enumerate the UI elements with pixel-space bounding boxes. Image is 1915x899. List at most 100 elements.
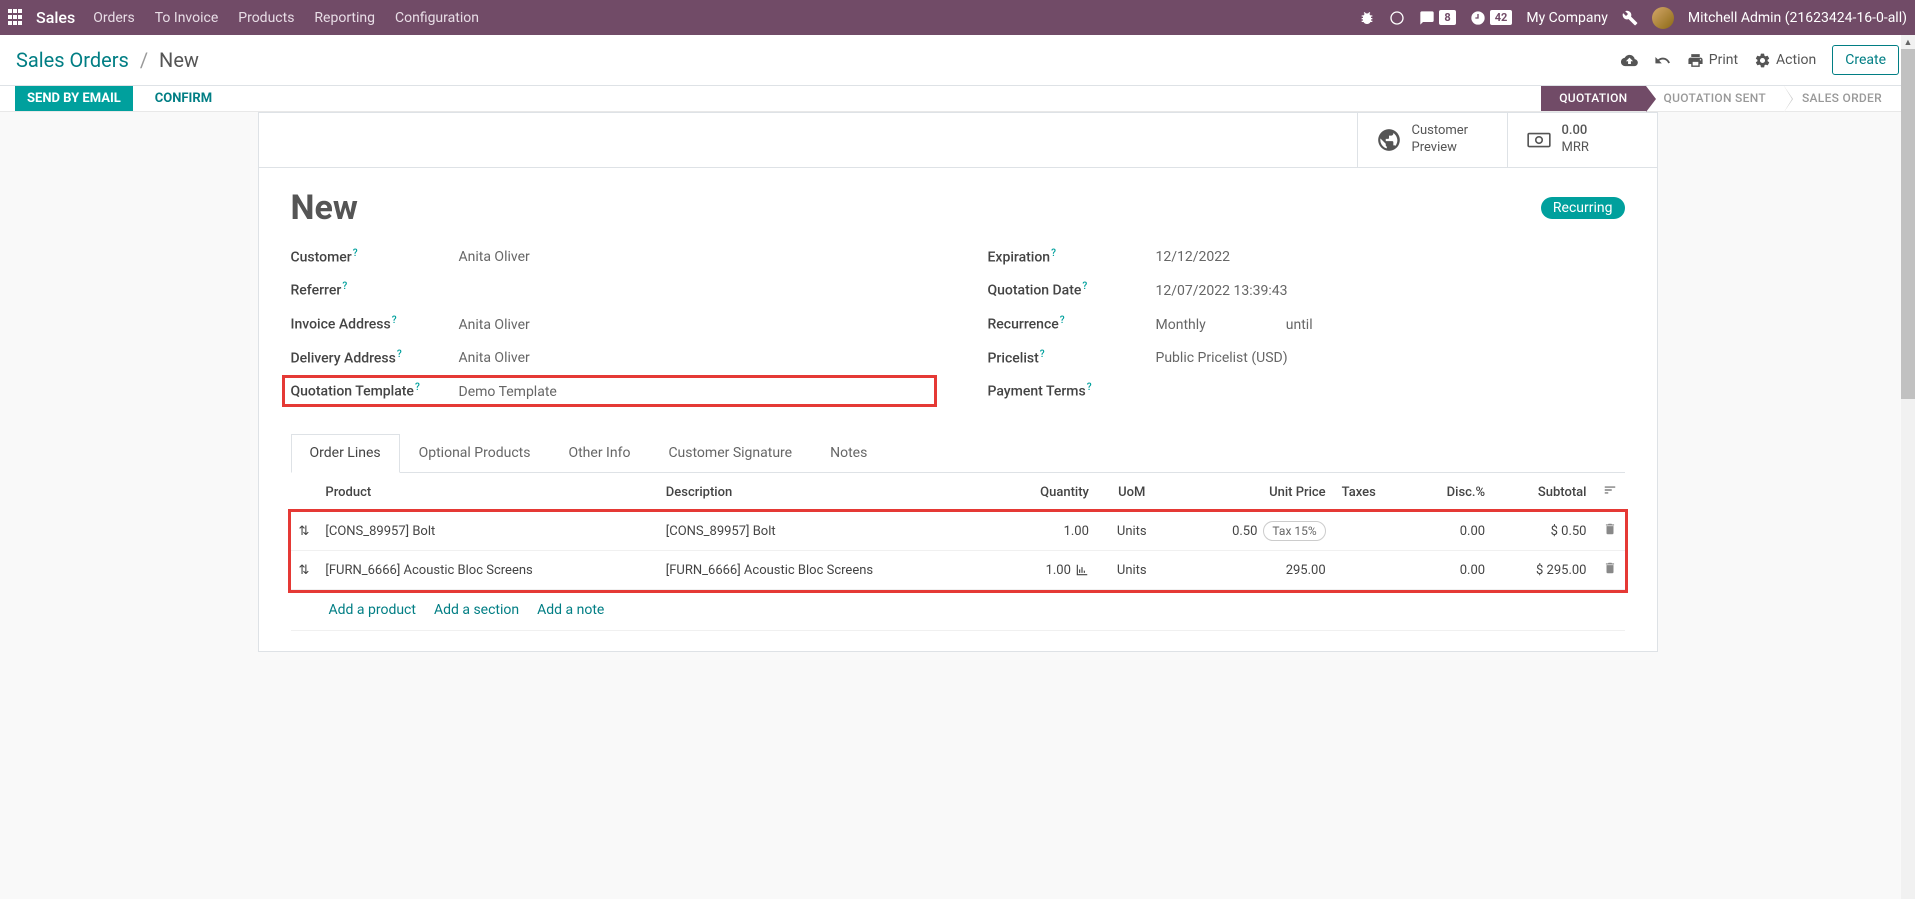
nav-configuration[interactable]: Configuration bbox=[395, 10, 479, 26]
table-row[interactable]: ⇅[FURN_6666] Acoustic Bloc Screens[FURN_… bbox=[291, 551, 1625, 590]
customer-preview-button[interactable]: Customer Preview bbox=[1357, 113, 1507, 167]
quotation-date-label: Quotation Date? bbox=[988, 281, 1156, 299]
cell-subtotal[interactable]: $ 0.50 bbox=[1493, 512, 1594, 551]
th-uom[interactable]: UoM bbox=[1097, 473, 1167, 512]
vertical-scrollbar[interactable]: ▲ bbox=[1901, 35, 1915, 899]
cell-quantity[interactable]: 1.00 bbox=[998, 551, 1097, 590]
tab-other-info[interactable]: Other Info bbox=[549, 434, 649, 472]
tab-customer-signature[interactable]: Customer Signature bbox=[649, 434, 811, 472]
cell-uom[interactable]: Units bbox=[1097, 551, 1167, 590]
referrer-field: Referrer? bbox=[291, 281, 928, 299]
form-sheet: Customer Preview 0.00 MRR New Recurring bbox=[258, 112, 1658, 652]
right-column: Expiration? 12/12/2022 Quotation Date? 1… bbox=[988, 248, 1625, 416]
th-quantity[interactable]: Quantity bbox=[998, 473, 1097, 512]
money-icon bbox=[1526, 127, 1552, 153]
nav-reporting[interactable]: Reporting bbox=[314, 10, 375, 26]
nav-to-invoice[interactable]: To Invoice bbox=[155, 10, 219, 26]
messaging-button[interactable]: 8 bbox=[1419, 10, 1455, 26]
cell-product[interactable]: [CONS_89957] Bolt bbox=[317, 512, 657, 551]
tab-notes[interactable]: Notes bbox=[811, 434, 886, 472]
quotation-template-value[interactable]: Demo Template bbox=[459, 384, 928, 400]
print-icon bbox=[1687, 52, 1704, 69]
gear-icon bbox=[1754, 52, 1771, 69]
quotation-date-value[interactable]: 12/07/2022 13:39:43 bbox=[1156, 283, 1625, 299]
add-note-link[interactable]: Add a note bbox=[537, 602, 604, 618]
scrollbar-thumb[interactable] bbox=[1901, 49, 1915, 399]
nav-orders[interactable]: Orders bbox=[93, 10, 135, 26]
cell-quantity[interactable]: 1.00 bbox=[998, 512, 1097, 551]
send-by-email-button[interactable]: SEND BY EMAIL bbox=[15, 86, 133, 111]
breadcrumb-current: New bbox=[159, 48, 199, 72]
status-quotation-sent[interactable]: QUOTATION SENT bbox=[1646, 86, 1784, 111]
apps-icon[interactable] bbox=[8, 9, 26, 27]
pricelist-label: Pricelist? bbox=[988, 349, 1156, 367]
drag-handle-icon[interactable]: ⇅ bbox=[291, 512, 318, 551]
th-taxes[interactable]: Taxes bbox=[1334, 473, 1410, 512]
delete-icon[interactable] bbox=[1603, 561, 1617, 575]
th-description[interactable]: Description bbox=[658, 473, 998, 512]
support-icon[interactable] bbox=[1389, 10, 1405, 26]
cell-description[interactable]: [CONS_89957] Bolt bbox=[658, 512, 998, 551]
table-row[interactable]: ⇅[CONS_89957] Bolt[CONS_89957] Bolt1.00U… bbox=[291, 512, 1625, 551]
customer-value[interactable]: Anita Oliver bbox=[459, 249, 928, 265]
discard-button[interactable] bbox=[1654, 52, 1671, 69]
th-unit-price[interactable]: Unit Price bbox=[1167, 473, 1334, 512]
page-title: New bbox=[291, 188, 1541, 228]
create-button[interactable]: Create bbox=[1832, 45, 1899, 75]
status-sales-order[interactable]: SALES ORDER bbox=[1784, 86, 1900, 111]
add-row: Add a product Add a section Add a note bbox=[291, 590, 1625, 631]
mrr-button[interactable]: 0.00 MRR bbox=[1507, 113, 1657, 167]
expiration-value[interactable]: 12/12/2022 bbox=[1156, 249, 1625, 265]
chart-icon[interactable] bbox=[1075, 563, 1089, 577]
scroll-up-arrow[interactable]: ▲ bbox=[1901, 35, 1915, 49]
activities-button[interactable]: 42 bbox=[1470, 10, 1513, 26]
drag-handle-icon[interactable]: ⇅ bbox=[291, 551, 318, 590]
messaging-badge: 8 bbox=[1439, 10, 1455, 25]
topbar: Sales Orders To Invoice Products Reporti… bbox=[0, 0, 1915, 35]
tab-optional-products[interactable]: Optional Products bbox=[400, 434, 550, 472]
add-product-link[interactable]: Add a product bbox=[329, 602, 416, 618]
breadcrumb-root[interactable]: Sales Orders bbox=[16, 48, 129, 72]
cell-unit-price[interactable]: 0.50Tax 15% bbox=[1167, 512, 1334, 551]
th-disc[interactable]: Disc.% bbox=[1410, 473, 1493, 512]
delete-icon[interactable] bbox=[1603, 522, 1617, 536]
status-quotation[interactable]: QUOTATION bbox=[1541, 86, 1645, 111]
cell-disc[interactable]: 0.00 bbox=[1410, 551, 1493, 590]
order-lines-table: Product Description Quantity UoM Unit Pr… bbox=[291, 473, 1625, 631]
bug-icon[interactable] bbox=[1359, 10, 1375, 26]
cell-uom[interactable]: Units bbox=[1097, 512, 1167, 551]
pricelist-field: Pricelist? Public Pricelist (USD) bbox=[988, 349, 1625, 367]
invoice-address-value[interactable]: Anita Oliver bbox=[459, 317, 928, 333]
avatar[interactable] bbox=[1652, 7, 1674, 29]
cell-subtotal[interactable]: $ 295.00 bbox=[1493, 551, 1594, 590]
recurrence-value[interactable]: Monthly until bbox=[1156, 317, 1625, 333]
save-button[interactable] bbox=[1621, 52, 1638, 69]
app-name[interactable]: Sales bbox=[36, 8, 75, 27]
th-subtotal[interactable]: Subtotal bbox=[1493, 473, 1594, 512]
th-product[interactable]: Product bbox=[317, 473, 657, 512]
breadcrumb: Sales Orders / New bbox=[16, 48, 199, 72]
action-button[interactable]: Action bbox=[1754, 52, 1816, 69]
company-selector[interactable]: My Company bbox=[1526, 10, 1608, 26]
delivery-address-value[interactable]: Anita Oliver bbox=[459, 350, 928, 366]
user-name[interactable]: Mitchell Admin (21623424-16-0-all) bbox=[1688, 10, 1907, 26]
add-section-link[interactable]: Add a section bbox=[434, 602, 519, 618]
nav-products[interactable]: Products bbox=[238, 10, 294, 26]
cell-description[interactable]: [FURN_6666] Acoustic Bloc Screens bbox=[658, 551, 998, 590]
title-row: New Recurring bbox=[291, 188, 1625, 228]
debug-tools-icon[interactable] bbox=[1622, 10, 1638, 26]
cell-taxes[interactable] bbox=[1334, 551, 1410, 590]
columns-config-icon[interactable] bbox=[1603, 483, 1617, 497]
pricelist-value[interactable]: Public Pricelist (USD) bbox=[1156, 350, 1625, 366]
add-links: Add a product Add a section Add a note bbox=[299, 602, 1617, 618]
cell-product[interactable]: [FURN_6666] Acoustic Bloc Screens bbox=[317, 551, 657, 590]
cell-unit-price[interactable]: 295.00 bbox=[1167, 551, 1334, 590]
left-column: Customer? Anita Oliver Referrer? Invoice… bbox=[291, 248, 928, 416]
tab-order-lines[interactable]: Order Lines bbox=[291, 434, 400, 473]
confirm-button[interactable]: CONFIRM bbox=[143, 86, 224, 111]
cell-taxes[interactable] bbox=[1334, 512, 1410, 551]
undo-icon bbox=[1654, 52, 1671, 69]
print-button[interactable]: Print bbox=[1687, 52, 1738, 69]
cell-disc[interactable]: 0.00 bbox=[1410, 512, 1493, 551]
invoice-address-label: Invoice Address? bbox=[291, 315, 459, 333]
